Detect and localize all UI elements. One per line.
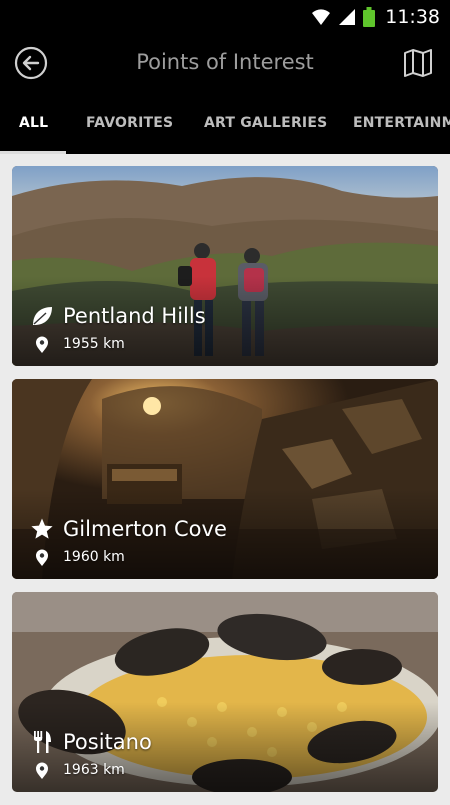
map-button[interactable] <box>400 45 436 81</box>
page-title: Points of Interest <box>136 50 314 74</box>
place-name: Pentland Hills <box>63 304 206 328</box>
location-pin-icon <box>36 549 48 566</box>
tab-entertainment[interactable]: ENTERTAINME <box>353 92 450 154</box>
location-pin-icon <box>36 336 48 353</box>
battery-icon <box>363 7 376 27</box>
tab-indicator <box>0 151 66 154</box>
wifi-icon <box>312 9 331 25</box>
star-icon <box>30 517 54 541</box>
app-bar: Points of Interest <box>0 34 450 92</box>
tab-art-galleries[interactable]: ART GALLERIES <box>204 92 327 154</box>
tab-favorites[interactable]: FAVORITES <box>86 92 173 154</box>
status-time: 11:38 <box>385 6 440 28</box>
place-distance: 1960 km <box>63 549 125 565</box>
tab-bar: ALL FAVORITES ART GALLERIES ENTERTAINME <box>0 92 450 154</box>
place-card-gilmerton-cove[interactable]: Gilmerton Cove 1960 km <box>12 379 438 579</box>
place-name: Positano <box>63 730 152 754</box>
status-bar: 11:38 <box>0 0 450 34</box>
map-icon <box>404 49 432 77</box>
tab-all[interactable]: ALL <box>19 92 48 154</box>
place-distance: 1963 km <box>63 762 125 778</box>
places-list: Pentland Hills 1955 km Gilmerton Cove 19… <box>12 166 438 805</box>
location-pin-icon <box>36 762 48 779</box>
place-name: Gilmerton Cove <box>63 517 227 541</box>
place-distance: 1955 km <box>63 336 125 352</box>
signal-icon <box>339 9 356 25</box>
place-card-pentland-hills[interactable]: Pentland Hills 1955 km <box>12 166 438 366</box>
fork-knife-icon <box>30 730 54 754</box>
leaf-icon <box>30 304 54 328</box>
status-icons: 11:38 <box>311 5 440 29</box>
place-card-positano[interactable]: Positano 1963 km <box>12 592 438 792</box>
